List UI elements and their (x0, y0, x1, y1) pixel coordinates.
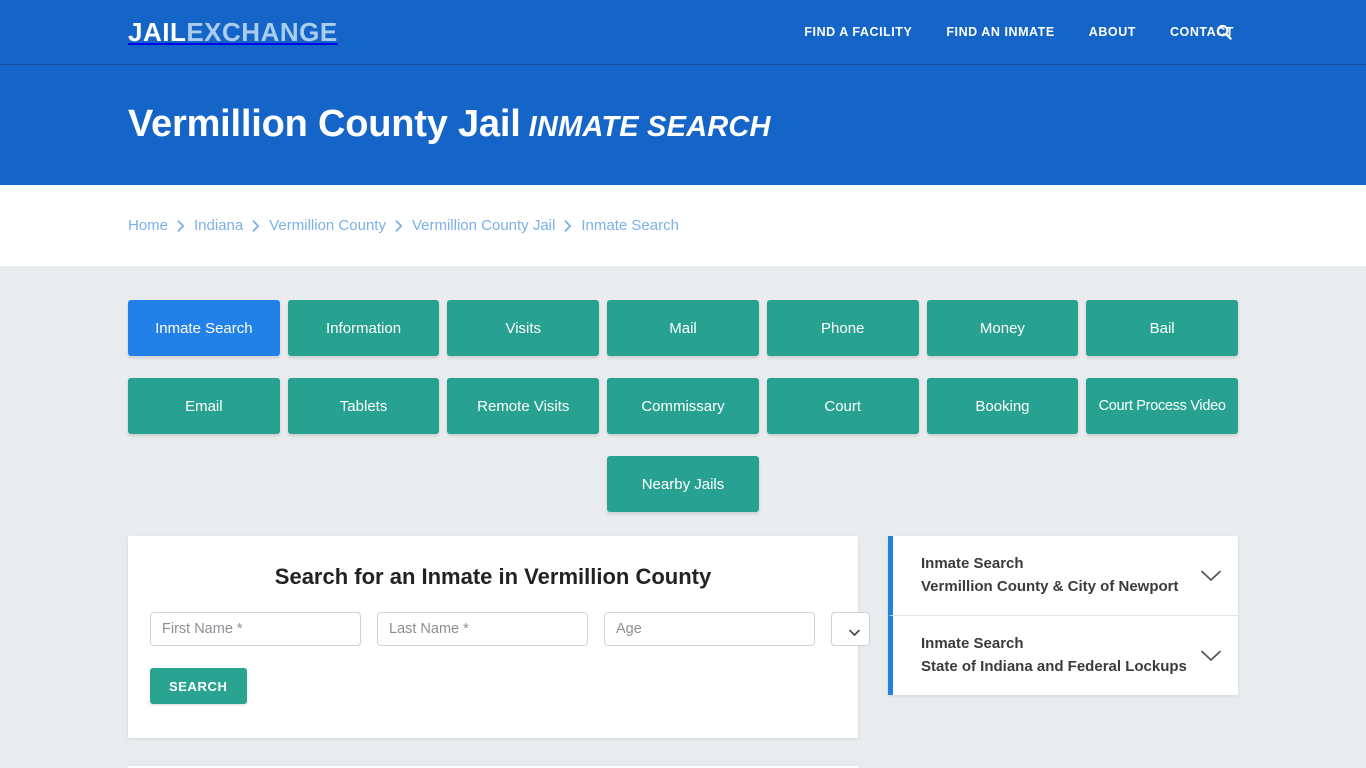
race-select[interactable]: Race (831, 612, 870, 646)
logo-text-secondary: EXCHANGE (186, 17, 338, 47)
inmate-search-card: Search for an Inmate in Vermillion Count… (128, 536, 870, 738)
age-input[interactable] (604, 612, 815, 646)
search-form-fields: Race (150, 612, 870, 646)
chevron-right-icon (252, 219, 260, 232)
facility-tab-row-2: Email Tablets Remote Visits Commissary C… (128, 378, 1238, 434)
sidebar-column: Inmate Search Vermillion County & City o… (888, 536, 1238, 695)
accordion-item-county-search[interactable]: Inmate Search Vermillion County & City o… (888, 536, 1238, 616)
tab-court[interactable]: Court (766, 378, 919, 434)
tab-mail[interactable]: Mail (607, 300, 759, 356)
tab-court-process-video[interactable]: Court Process Video (1086, 378, 1238, 434)
tab-commissary[interactable]: Commissary (607, 378, 759, 434)
breadcrumb: Home Indiana Vermillion County Vermillio… (128, 217, 679, 234)
tab-information[interactable]: Information (287, 300, 440, 356)
page-title-main: Vermillion County Jail (128, 103, 521, 146)
race-select-wrapper: Race (831, 612, 870, 646)
breadcrumb-item-home[interactable]: Home (128, 217, 168, 234)
breadcrumb-band: Home Indiana Vermillion County Vermillio… (0, 185, 1366, 266)
top-navigation-bar: JAILEXCHANGE FIND A FACILITY FIND AN INM… (0, 0, 1366, 65)
chevron-down-icon[interactable] (1200, 569, 1222, 583)
first-name-input[interactable] (150, 612, 361, 646)
accordion-title: Inmate Search (921, 555, 1024, 572)
tab-phone[interactable]: Phone (766, 300, 919, 356)
accordion-item-text: Inmate Search State of Indiana and Feder… (921, 633, 1190, 678)
tab-nearby-jails[interactable]: Nearby Jails (607, 456, 759, 512)
page-title: Vermillion County Jail INMATE SEARCH (128, 103, 771, 146)
breadcrumb-item-inmate-search: Inmate Search (581, 217, 679, 234)
accordion-subtitle: Vermillion County & City of Newport (921, 577, 1179, 595)
nav-item-about[interactable]: ABOUT (1089, 25, 1136, 39)
nav-item-find-a-facility[interactable]: FIND A FACILITY (804, 25, 912, 39)
tab-remote-visits[interactable]: Remote Visits (447, 378, 600, 434)
chevron-right-icon (564, 219, 572, 232)
content-columns: Search for an Inmate in Vermillion Count… (128, 536, 1238, 768)
breadcrumb-item-vermillion-county[interactable]: Vermillion County (269, 217, 386, 234)
accordion-title: Inmate Search (921, 635, 1024, 652)
search-icon[interactable] (1213, 21, 1235, 43)
accordion-item-text: Inmate Search Vermillion County & City o… (921, 553, 1190, 598)
tab-inmate-search[interactable]: Inmate Search (128, 300, 280, 356)
chevron-right-icon (177, 219, 185, 232)
breadcrumb-item-vermillion-county-jail[interactable]: Vermillion County Jail (412, 217, 555, 234)
main-column: Search for an Inmate in Vermillion Count… (128, 536, 870, 768)
last-name-input[interactable] (377, 612, 588, 646)
page-title-subtitle: INMATE SEARCH (528, 111, 771, 144)
chevron-down-icon[interactable] (1200, 649, 1222, 663)
main-content: Inmate Search Information Visits Mail Ph… (0, 266, 1366, 768)
logo-text-primary: JAIL (128, 17, 187, 47)
main-nav-links: FIND A FACILITY FIND AN INMATE ABOUT CON… (804, 25, 1366, 39)
breadcrumb-item-indiana[interactable]: Indiana (194, 217, 243, 234)
tab-email[interactable]: Email (128, 378, 280, 434)
search-submit-button[interactable]: SEARCH (150, 668, 247, 704)
inmate-search-accordion: Inmate Search Vermillion County & City o… (888, 536, 1238, 695)
tab-booking[interactable]: Booking (926, 378, 1079, 434)
tab-bail[interactable]: Bail (1086, 300, 1238, 356)
accordion-item-state-search[interactable]: Inmate Search State of Indiana and Feder… (888, 616, 1238, 695)
search-form-heading: Search for an Inmate in Vermillion Count… (274, 564, 712, 589)
chevron-right-icon (395, 219, 403, 232)
facility-tab-row-1: Inmate Search Information Visits Mail Ph… (128, 300, 1238, 356)
tab-money[interactable]: Money (926, 300, 1079, 356)
facility-tab-row-3: Nearby Jails (128, 456, 1238, 512)
tab-tablets[interactable]: Tablets (287, 378, 440, 434)
accordion-subtitle: State of Indiana and Federal Lockups (921, 657, 1187, 675)
nav-item-find-an-inmate[interactable]: FIND AN INMATE (946, 25, 1054, 39)
page-header-band: Vermillion County Jail INMATE SEARCH (0, 65, 1366, 185)
tab-visits[interactable]: Visits (447, 300, 600, 356)
site-logo[interactable]: JAILEXCHANGE (128, 19, 338, 45)
